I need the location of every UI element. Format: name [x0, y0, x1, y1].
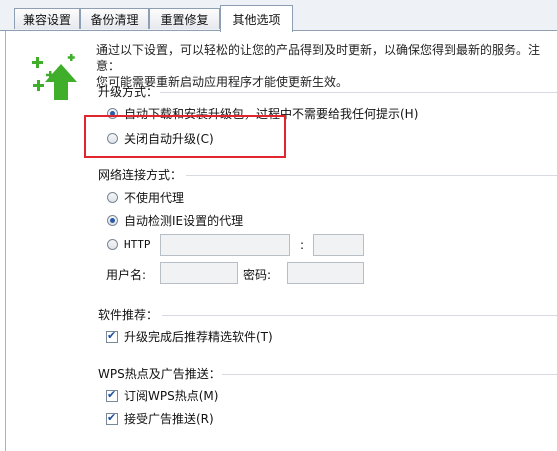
http-port-input[interactable] — [313, 234, 364, 256]
highlight-box — [84, 115, 286, 158]
no-proxy-label: 不使用代理 — [124, 191, 185, 205]
tab-label: 其他选项 — [232, 12, 281, 27]
intro-text: 通过以下设置，可以轻松的让您的产品得到及时更新，以确保您得到最新的服务。注意： … — [96, 42, 556, 90]
auto-ie-proxy-label: 自动检测IE设置的代理 — [124, 214, 244, 228]
wps-group-title: WPS热点及广告推送： — [98, 367, 221, 381]
wps-separator — [222, 374, 557, 375]
accept-ads-label: 接受广告推送(R) — [124, 412, 214, 426]
tab-backup-cleanup[interactable]: 备份清理 — [80, 8, 149, 29]
recommend-software-label: 升级完成后推荐精选软件(T) — [124, 330, 273, 344]
tab-label: 兼容设置 — [22, 12, 71, 27]
auto-ie-proxy-option[interactable]: 自动检测IE设置的代理 — [107, 212, 243, 229]
software-group-title: 软件推荐： — [98, 308, 159, 322]
http-proxy-radio[interactable] — [107, 239, 118, 250]
tab-label: 备份清理 — [90, 12, 139, 27]
auto-ie-proxy-radio[interactable] — [107, 215, 118, 226]
upgrade-arrow-icon — [32, 54, 77, 100]
network-group-title: 网络连接方式： — [98, 168, 183, 182]
http-proxy-label: HTTP — [124, 238, 151, 251]
recommend-software-option[interactable]: 升级完成后推荐精选软件(T) — [106, 328, 273, 345]
accept-ads-option[interactable]: 接受广告推送(R) — [106, 410, 214, 427]
accept-ads-checkbox[interactable] — [106, 411, 118, 425]
subscribe-wps-checkbox[interactable] — [106, 388, 118, 402]
tab-reset-repair[interactable]: 重置修复 — [149, 8, 220, 29]
password-input[interactable] — [287, 262, 364, 284]
password-label: 密码: — [243, 268, 272, 282]
username-label: 用户名: — [106, 268, 147, 282]
tab-other-options[interactable]: 其他选项 — [220, 5, 293, 32]
http-proxy-option[interactable]: HTTP — [107, 238, 151, 251]
upgrade-separator — [160, 92, 557, 93]
no-proxy-option[interactable]: 不使用代理 — [107, 189, 184, 206]
subscribe-wps-label: 订阅WPS热点(M) — [124, 389, 219, 403]
port-colon: : — [300, 238, 305, 252]
tab-bar: 兼容设置 备份清理 重置修复 其他选项 — [0, 0, 557, 32]
upgrade-group-title: 升级方式： — [98, 85, 159, 99]
software-separator — [162, 315, 557, 316]
http-host-input[interactable] — [160, 234, 290, 256]
tab-label: 重置修复 — [160, 12, 209, 27]
tab-compat-settings[interactable]: 兼容设置 — [14, 8, 80, 29]
intro-line-2: 您可能需要重新启动应用程序才能使更新生效。 — [96, 75, 349, 89]
intro-line-1: 通过以下设置，可以轻松的让您的产品得到及时更新，以确保您得到最新的服务。注意： — [96, 43, 541, 73]
subscribe-wps-option[interactable]: 订阅WPS热点(M) — [106, 387, 218, 404]
network-separator — [186, 175, 557, 176]
recommend-software-checkbox[interactable] — [106, 329, 118, 343]
no-proxy-radio[interactable] — [107, 192, 118, 203]
username-input[interactable] — [160, 262, 238, 284]
